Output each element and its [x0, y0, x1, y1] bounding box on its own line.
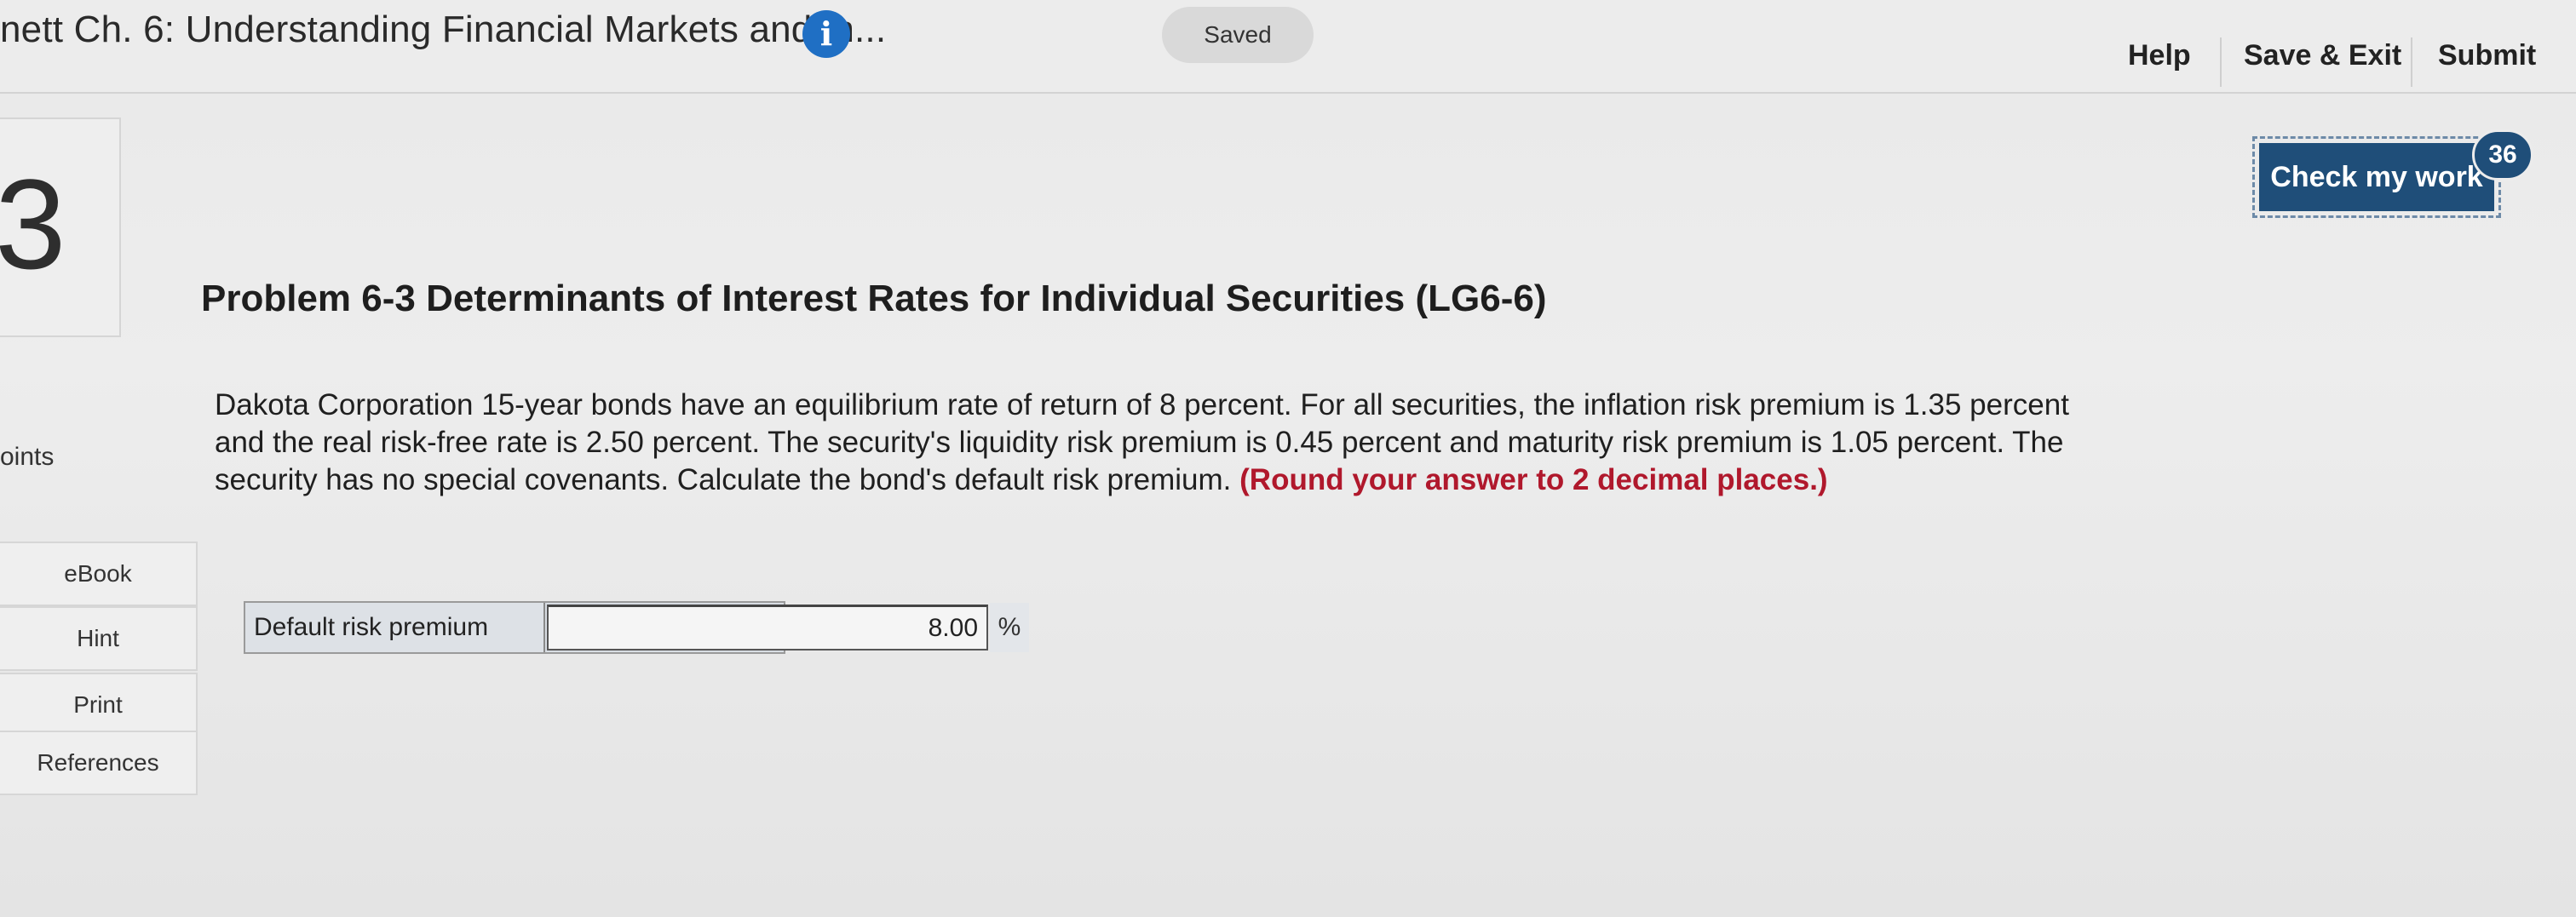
answer-label: Default risk premium — [245, 603, 545, 652]
ebook-button[interactable]: eBook — [0, 542, 198, 606]
info-icon[interactable]: i — [802, 10, 850, 58]
help-button[interactable]: Help — [2128, 39, 2191, 72]
rounding-instruction: (Round your answer to 2 decimal places.) — [1239, 463, 1828, 496]
assignment-title: nett Ch. 6: Understanding Financial Mark… — [0, 9, 887, 50]
default-risk-premium-input[interactable] — [547, 605, 988, 650]
problem-stem: Dakota Corporation 15-year bonds have an… — [215, 387, 2114, 499]
save-exit-button[interactable]: Save & Exit — [2244, 39, 2401, 72]
print-button[interactable]: Print — [0, 673, 198, 737]
problem-title: Problem 6-3 Determinants of Interest Rat… — [201, 278, 1547, 319]
question-number: 3 — [0, 152, 66, 295]
references-button[interactable]: References — [0, 731, 198, 795]
saved-status-badge: Saved — [1162, 7, 1314, 63]
hint-button[interactable]: Hint — [0, 606, 198, 671]
top-bar: nett Ch. 6: Understanding Financial Mark… — [0, 0, 2576, 94]
attempts-remaining-badge: 36 — [2472, 129, 2533, 181]
percent-unit: % — [990, 603, 1029, 652]
nav-divider — [2220, 37, 2222, 87]
points-label: oints — [0, 443, 55, 471]
nav-divider — [2411, 37, 2412, 87]
submit-button[interactable]: Submit — [2438, 39, 2536, 72]
check-my-work-button[interactable]: Check my work — [2259, 143, 2494, 211]
assignment-page: nett Ch. 6: Understanding Financial Mark… — [0, 0, 2576, 917]
answer-row: Default risk premium % — [244, 601, 1029, 654]
